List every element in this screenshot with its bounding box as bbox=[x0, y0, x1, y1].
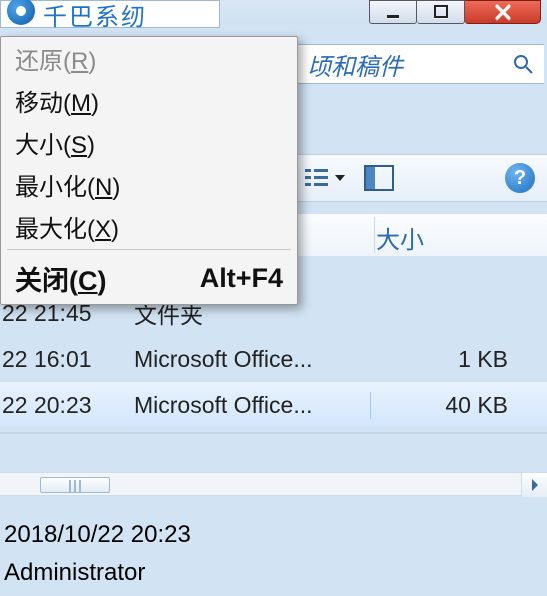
caption-buttons bbox=[369, 0, 541, 24]
scrollbar-thumb[interactable] bbox=[40, 477, 110, 493]
help-button[interactable]: ? bbox=[505, 163, 535, 193]
menu-label: 最小化(N) bbox=[15, 167, 283, 202]
cell-type: Microsoft Office... bbox=[118, 346, 370, 373]
search-box[interactable]: 顷和稿件 bbox=[296, 44, 544, 84]
chevron-down-icon bbox=[334, 172, 346, 184]
close-button[interactable] bbox=[465, 0, 541, 24]
horizontal-scrollbar[interactable] bbox=[0, 472, 547, 496]
menu-label: 大小(S) bbox=[15, 125, 283, 160]
menu-item-size[interactable]: 大小(S) bbox=[1, 121, 297, 163]
maximize-button[interactable] bbox=[417, 0, 465, 24]
close-icon bbox=[494, 3, 512, 21]
app-icon bbox=[7, 0, 35, 25]
menu-separator bbox=[7, 249, 291, 250]
column-separator bbox=[374, 217, 375, 253]
minimize-icon bbox=[385, 4, 401, 20]
view-switch-button[interactable] bbox=[304, 167, 346, 189]
status-date: 2018/10/22 20:23 bbox=[4, 516, 191, 554]
menu-label: 移动(M) bbox=[15, 83, 283, 118]
window-system-menu: 还原(R) 移动(M) 大小(S) 最小化(N) 最大化(X) 关闭(C) Al… bbox=[0, 36, 298, 305]
list-item[interactable]: 22 16:01 Microsoft Office... 1 KB bbox=[0, 336, 547, 382]
column-header-size[interactable]: 大小 bbox=[376, 220, 424, 255]
menu-item-maximize[interactable]: 最大化(X) bbox=[1, 205, 297, 247]
cell-date: 22 16:01 bbox=[0, 346, 118, 373]
chevron-right-icon bbox=[530, 478, 540, 492]
status-bar: 2018/10/22 20:23 Administrator bbox=[4, 516, 191, 592]
app-identifier: 千巴系纫 bbox=[0, 0, 220, 28]
list-view-icon bbox=[304, 167, 330, 189]
cell-size: 40 KB bbox=[370, 392, 530, 419]
app-title: 千巴系纫 bbox=[43, 0, 147, 32]
menu-item-close[interactable]: 关闭(C) Alt+F4 bbox=[1, 252, 297, 304]
file-list: 22 21:45 文件夹 22 16:01 Microsoft Office..… bbox=[0, 290, 547, 428]
search-placeholder: 顷和稿件 bbox=[297, 47, 502, 82]
cell-date: 22 20:23 bbox=[0, 392, 118, 419]
cell-type: Microsoft Office... bbox=[118, 392, 370, 419]
status-user: Administrator bbox=[4, 554, 191, 592]
minimize-button[interactable] bbox=[369, 0, 417, 24]
search-icon[interactable] bbox=[502, 45, 544, 83]
cell-size: 1 KB bbox=[370, 346, 530, 373]
menu-item-restore[interactable]: 还原(R) bbox=[1, 37, 297, 79]
maximize-icon bbox=[433, 4, 449, 20]
preview-pane-button[interactable] bbox=[364, 165, 394, 191]
scroll-right-button[interactable] bbox=[521, 473, 547, 497]
list-item[interactable]: 22 20:23 Microsoft Office... 40 KB bbox=[0, 382, 547, 428]
menu-shortcut: Alt+F4 bbox=[200, 263, 283, 294]
panel-divider bbox=[0, 432, 547, 434]
menu-label: 关闭(C) bbox=[15, 259, 200, 298]
menu-item-minimize[interactable]: 最小化(N) bbox=[1, 163, 297, 205]
explorer-toolbar: ? bbox=[296, 154, 547, 202]
menu-label: 还原(R) bbox=[15, 41, 283, 76]
menu-item-move[interactable]: 移动(M) bbox=[1, 79, 297, 121]
menu-label: 最大化(X) bbox=[15, 209, 283, 244]
